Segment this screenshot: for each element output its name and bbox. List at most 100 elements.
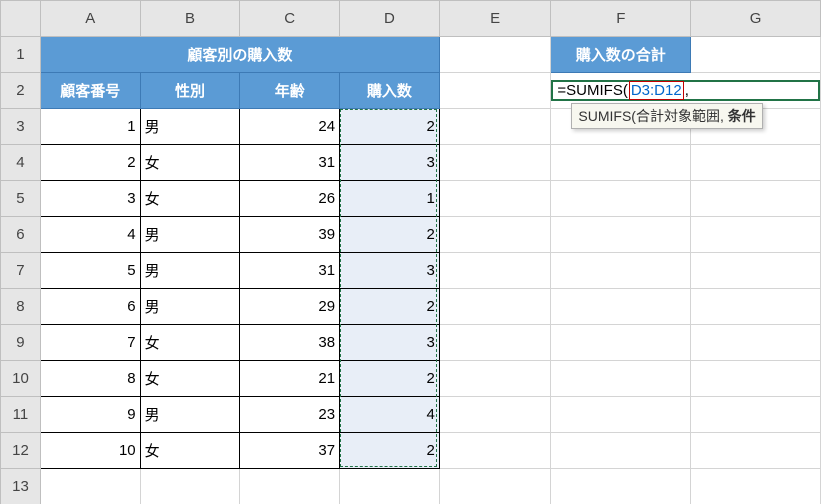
row-header-13[interactable]: 13 [1, 469, 41, 504]
cell-D8[interactable]: 2 [340, 289, 440, 325]
cell-C4[interactable]: 31 [240, 145, 340, 181]
cell-D13[interactable] [340, 469, 440, 504]
cell-B8[interactable]: 男 [140, 289, 240, 325]
cell-B5[interactable]: 女 [140, 181, 240, 217]
row-header-12[interactable]: 12 [1, 433, 41, 469]
row-header-4[interactable]: 4 [1, 145, 41, 181]
cell-E12[interactable] [439, 433, 551, 469]
cell-E8[interactable] [439, 289, 551, 325]
cell-G6[interactable] [691, 217, 821, 253]
cell-G11[interactable] [691, 397, 821, 433]
cell-B7[interactable]: 男 [140, 253, 240, 289]
cell-C7[interactable]: 31 [240, 253, 340, 289]
cell-F8[interactable] [551, 289, 691, 325]
cell-G5[interactable] [691, 181, 821, 217]
cell-G4[interactable] [691, 145, 821, 181]
cell-C10[interactable]: 21 [240, 361, 340, 397]
row-header-5[interactable]: 5 [1, 181, 41, 217]
cell-A4[interactable]: 2 [40, 145, 140, 181]
cell-G10[interactable] [691, 361, 821, 397]
cell-E2[interactable] [439, 73, 551, 109]
cell-E6[interactable] [439, 217, 551, 253]
cell-C3[interactable]: 24 [240, 109, 340, 145]
summary-title[interactable]: 購入数の合計 [551, 37, 691, 73]
col-header-B[interactable]: B [140, 1, 240, 37]
row-header-7[interactable]: 7 [1, 253, 41, 289]
cell-E1[interactable] [439, 37, 551, 73]
cell-G13[interactable] [691, 469, 821, 504]
col-header-F[interactable]: F [551, 1, 691, 37]
row-header-1[interactable]: 1 [1, 37, 41, 73]
col-header-E[interactable]: E [439, 1, 551, 37]
cell-D7[interactable]: 3 [340, 253, 440, 289]
cell-E13[interactable] [439, 469, 551, 504]
header-age[interactable]: 年齢 [240, 73, 340, 109]
cell-C8[interactable]: 29 [240, 289, 340, 325]
cell-D10[interactable]: 2 [340, 361, 440, 397]
formula-editor[interactable]: =SUMIFS(D3:D12, [551, 80, 820, 101]
cell-E11[interactable] [439, 397, 551, 433]
header-id[interactable]: 顧客番号 [40, 73, 140, 109]
cell-E5[interactable] [439, 181, 551, 217]
cell-A11[interactable]: 9 [40, 397, 140, 433]
cell-G1[interactable] [691, 37, 821, 73]
grid[interactable]: A B C D E F G 1 顧客別の購入数 購入数の合計 2 顧客番号 性別… [0, 0, 821, 504]
cell-D5[interactable]: 1 [340, 181, 440, 217]
cell-B4[interactable]: 女 [140, 145, 240, 181]
cell-C6[interactable]: 39 [240, 217, 340, 253]
cell-A7[interactable]: 5 [40, 253, 140, 289]
cell-C5[interactable]: 26 [240, 181, 340, 217]
table-title[interactable]: 顧客別の購入数 [40, 37, 439, 73]
cell-F9[interactable] [551, 325, 691, 361]
col-header-G[interactable]: G [691, 1, 821, 37]
cell-D11[interactable]: 4 [340, 397, 440, 433]
row-header-9[interactable]: 9 [1, 325, 41, 361]
header-qty[interactable]: 購入数 [340, 73, 440, 109]
cell-E3[interactable] [439, 109, 551, 145]
cell-E10[interactable] [439, 361, 551, 397]
cell-C12[interactable]: 37 [240, 433, 340, 469]
cell-E7[interactable] [439, 253, 551, 289]
cell-A9[interactable]: 7 [40, 325, 140, 361]
cell-A12[interactable]: 10 [40, 433, 140, 469]
cell-F10[interactable] [551, 361, 691, 397]
cell-A5[interactable]: 3 [40, 181, 140, 217]
cell-F11[interactable] [551, 397, 691, 433]
col-header-C[interactable]: C [240, 1, 340, 37]
cell-E4[interactable] [439, 145, 551, 181]
cell-B13[interactable] [140, 469, 240, 504]
cell-F4[interactable] [551, 145, 691, 181]
header-gender[interactable]: 性別 [140, 73, 240, 109]
row-header-6[interactable]: 6 [1, 217, 41, 253]
row-header-11[interactable]: 11 [1, 397, 41, 433]
select-all-corner[interactable] [1, 1, 41, 37]
cell-B3[interactable]: 男 [140, 109, 240, 145]
cell-C13[interactable] [240, 469, 340, 504]
cell-F5[interactable] [551, 181, 691, 217]
cell-F13[interactable] [551, 469, 691, 504]
cell-A6[interactable]: 4 [40, 217, 140, 253]
cell-C11[interactable]: 23 [240, 397, 340, 433]
col-header-A[interactable]: A [40, 1, 140, 37]
spreadsheet[interactable]: A B C D E F G 1 顧客別の購入数 購入数の合計 2 顧客番号 性別… [0, 0, 821, 504]
cell-A8[interactable]: 6 [40, 289, 140, 325]
cell-D6[interactable]: 2 [340, 217, 440, 253]
cell-F12[interactable] [551, 433, 691, 469]
row-header-8[interactable]: 8 [1, 289, 41, 325]
col-header-D[interactable]: D [340, 1, 440, 37]
cell-B10[interactable]: 女 [140, 361, 240, 397]
cell-C9[interactable]: 38 [240, 325, 340, 361]
cell-F6[interactable] [551, 217, 691, 253]
cell-G9[interactable] [691, 325, 821, 361]
row-header-2[interactable]: 2 [1, 73, 41, 109]
cell-B11[interactable]: 男 [140, 397, 240, 433]
cell-F7[interactable] [551, 253, 691, 289]
cell-D3[interactable]: 2 [340, 109, 440, 145]
cell-B6[interactable]: 男 [140, 217, 240, 253]
cell-G7[interactable] [691, 253, 821, 289]
cell-B12[interactable]: 女 [140, 433, 240, 469]
cell-G8[interactable] [691, 289, 821, 325]
row-header-3[interactable]: 3 [1, 109, 41, 145]
cell-A3[interactable]: 1 [40, 109, 140, 145]
cell-E9[interactable] [439, 325, 551, 361]
